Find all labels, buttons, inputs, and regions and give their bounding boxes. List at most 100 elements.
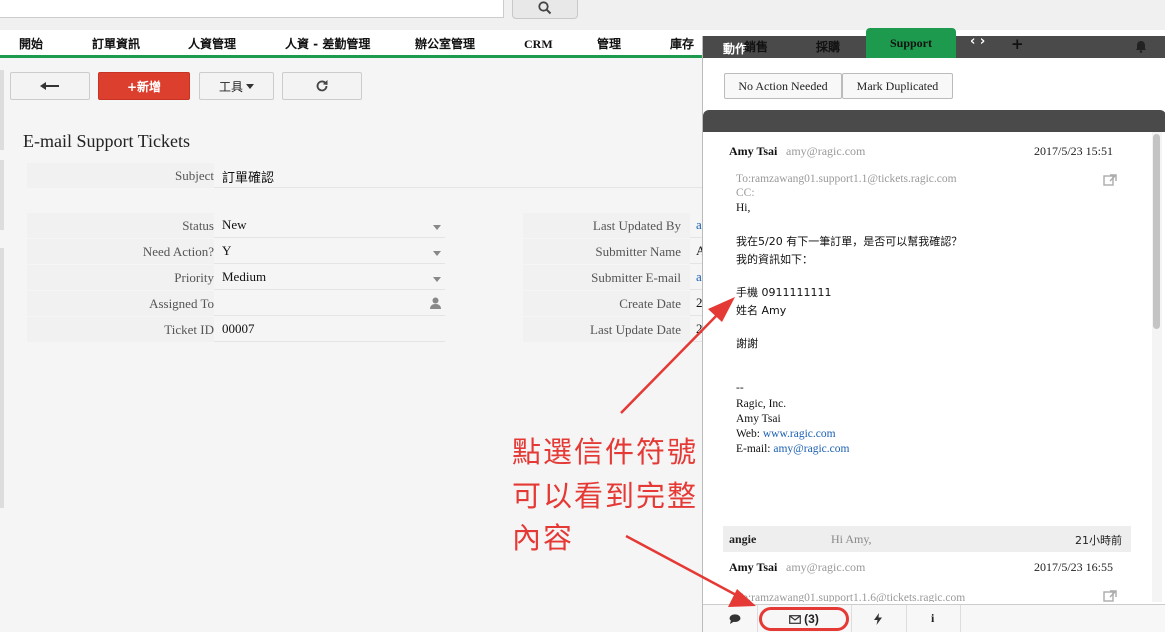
mail-date: 2017/5/23 15:51 <box>1034 144 1114 158</box>
last-updated-by-label: Last Updated By <box>592 218 681 233</box>
mail-body-line: 謝謝 <box>736 337 758 350</box>
mail-body-line: 我在5/20 有下一筆訂單，是否可以幫我確認？ <box>736 235 963 248</box>
external-link-icon[interactable] <box>1103 174 1117 186</box>
mail-body-line: Hi, <box>736 202 751 214</box>
annotation-line: 可以看到完整 <box>512 479 699 513</box>
mail-body-line: 手機 0911111111 <box>736 286 832 299</box>
new-button[interactable]: +新增 <box>98 72 190 100</box>
need-action-label: Need Action? <box>142 244 214 259</box>
mail-tab-button[interactable]: (3) <box>759 607 849 631</box>
priority-row: Priority Medium <box>27 265 445 290</box>
nav-item-hr[interactable]: 人資管理 <box>188 35 236 52</box>
last-update-date-label: Last Update Date <box>590 322 681 337</box>
status-value[interactable]: New <box>222 217 247 233</box>
reply-row[interactable]: angie Hi Amy, 21小時前 <box>723 526 1131 552</box>
last-update-date-row: Last Update Date 2 <box>523 317 705 342</box>
nav-item-admin[interactable]: 管理 <box>597 35 621 52</box>
scrollbar-thumb[interactable] <box>1153 134 1160 329</box>
submitter-email-label: Submitter E-mail <box>591 270 681 285</box>
no-action-needed-button[interactable]: No Action Needed <box>724 73 842 99</box>
mail-cc: CC: <box>736 187 755 199</box>
mail-email-line: E-mail: amy@ragic.com <box>736 443 850 455</box>
email-link[interactable]: amy@ragic.com <box>773 443 849 455</box>
tools-label: 工具 <box>218 79 243 94</box>
tools-menu-button[interactable]: 工具 <box>199 72 274 100</box>
last-updated-by-value[interactable]: a <box>696 217 702 233</box>
add-tab-icon[interactable]: + <box>1011 35 1024 53</box>
user-icon[interactable] <box>430 297 441 309</box>
tab-support[interactable]: Support <box>866 28 956 58</box>
chevron-down-icon[interactable] <box>433 251 441 256</box>
mail-body-line: 姓名 Amy <box>736 304 787 317</box>
chevron-down-icon <box>246 83 254 89</box>
comment-icon[interactable] <box>729 614 741 624</box>
chevron-down-icon[interactable] <box>433 277 441 282</box>
ticket-id-label: Ticket ID <box>164 322 214 337</box>
top-bar <box>0 0 1165 30</box>
priority-label: Priority <box>174 270 214 285</box>
need-action-row: Need Action? Y <box>27 239 445 264</box>
envelope-icon <box>789 614 802 624</box>
arrow-left-icon <box>40 82 59 90</box>
nav-item-crm[interactable]: CRM <box>524 37 553 52</box>
action-panel: 動作 銷售 採購 Support ‹ › + No Action Needed … <box>702 28 1165 632</box>
status-label: Status <box>182 218 214 233</box>
reply-preview: Hi Amy, <box>831 532 872 546</box>
nav-item-attendance[interactable]: 人資 - 差勤管理 <box>285 35 370 52</box>
search-input[interactable] <box>0 0 504 18</box>
last-updated-by-row: Last Updated By a <box>523 213 705 238</box>
refresh-icon <box>316 80 328 92</box>
left-edge-strip <box>0 248 4 508</box>
panel-header: 動作 銷售 採購 Support ‹ › + <box>703 28 1165 58</box>
subject-label: Subject <box>175 168 214 183</box>
submitter-email-row: Submitter E-mail a <box>523 265 705 290</box>
nav-item-orders[interactable]: 訂單資訊 <box>92 35 140 52</box>
external-link-icon[interactable] <box>1103 590 1117 602</box>
back-button[interactable] <box>10 72 90 100</box>
reply-time: 21小時前 <box>1075 534 1122 547</box>
nav-item-sales[interactable]: 銷售 <box>744 38 768 55</box>
search-icon <box>538 0 552 14</box>
priority-value[interactable]: Medium <box>222 269 266 285</box>
mail-date: 2017/5/23 16:55 <box>1034 560 1114 574</box>
assigned-to-label: Assigned To <box>149 296 214 311</box>
mail-sender: Amy Tsai <box>729 560 778 574</box>
assigned-to-row: Assigned To <box>27 291 445 316</box>
create-date-label: Create Date <box>619 296 681 311</box>
mail-sender-email: amy@ragic.com <box>786 144 866 158</box>
refresh-button[interactable] <box>282 72 362 100</box>
annotation-line: 內容 <box>512 521 575 555</box>
ticket-id-value[interactable]: 00007 <box>222 321 255 337</box>
chevron-down-icon[interactable] <box>433 225 441 230</box>
lightning-icon[interactable] <box>874 613 882 625</box>
mail-body-line: Ragic, Inc. <box>736 398 787 410</box>
nav-item-inventory[interactable]: 庫存 <box>670 35 694 52</box>
mail-body-line: 我的資訊如下： <box>736 253 813 266</box>
mail-to: To:ramzawang01.support1.1@tickets.ragic.… <box>736 173 957 185</box>
mark-duplicated-button[interactable]: Mark Duplicated <box>842 73 953 99</box>
nav-item-office[interactable]: 辦公室管理 <box>415 35 475 52</box>
submitter-name-row: Submitter Name A <box>523 239 705 264</box>
submitter-email-value[interactable]: a <box>696 269 702 285</box>
annotation-line: 點選信件符號 <box>512 435 699 469</box>
submitter-name-label: Submitter Name <box>595 244 681 259</box>
bell-icon[interactable] <box>1135 40 1147 53</box>
create-date-row: Create Date 2 <box>523 291 705 316</box>
need-action-value[interactable]: Y <box>222 243 231 259</box>
mail-thread[interactable]: Amy Tsai amy@ragic.com 2017/5/23 15:51 T… <box>723 132 1151 602</box>
nav-item-purchase[interactable]: 採購 <box>816 38 840 55</box>
mail-body-line: Amy Tsai <box>736 413 781 425</box>
web-link[interactable]: www.ragic.com <box>763 428 836 440</box>
conversation-header <box>703 110 1165 132</box>
panel-bottom-bar: (3) i <box>703 604 1165 632</box>
mail-body-line: -- <box>736 382 744 394</box>
mail-sender-email: amy@ragic.com <box>786 560 866 574</box>
left-edge-strip <box>0 70 4 150</box>
subject-value[interactable]: 訂單確認 <box>222 167 274 186</box>
code-icon[interactable]: ‹ › <box>970 34 985 49</box>
info-icon[interactable]: i <box>931 611 934 626</box>
reply-sender: angie <box>729 532 757 546</box>
mail-count: (3) <box>804 612 819 626</box>
nav-item-start[interactable]: 開始 <box>19 35 43 52</box>
search-button[interactable] <box>512 0 578 19</box>
